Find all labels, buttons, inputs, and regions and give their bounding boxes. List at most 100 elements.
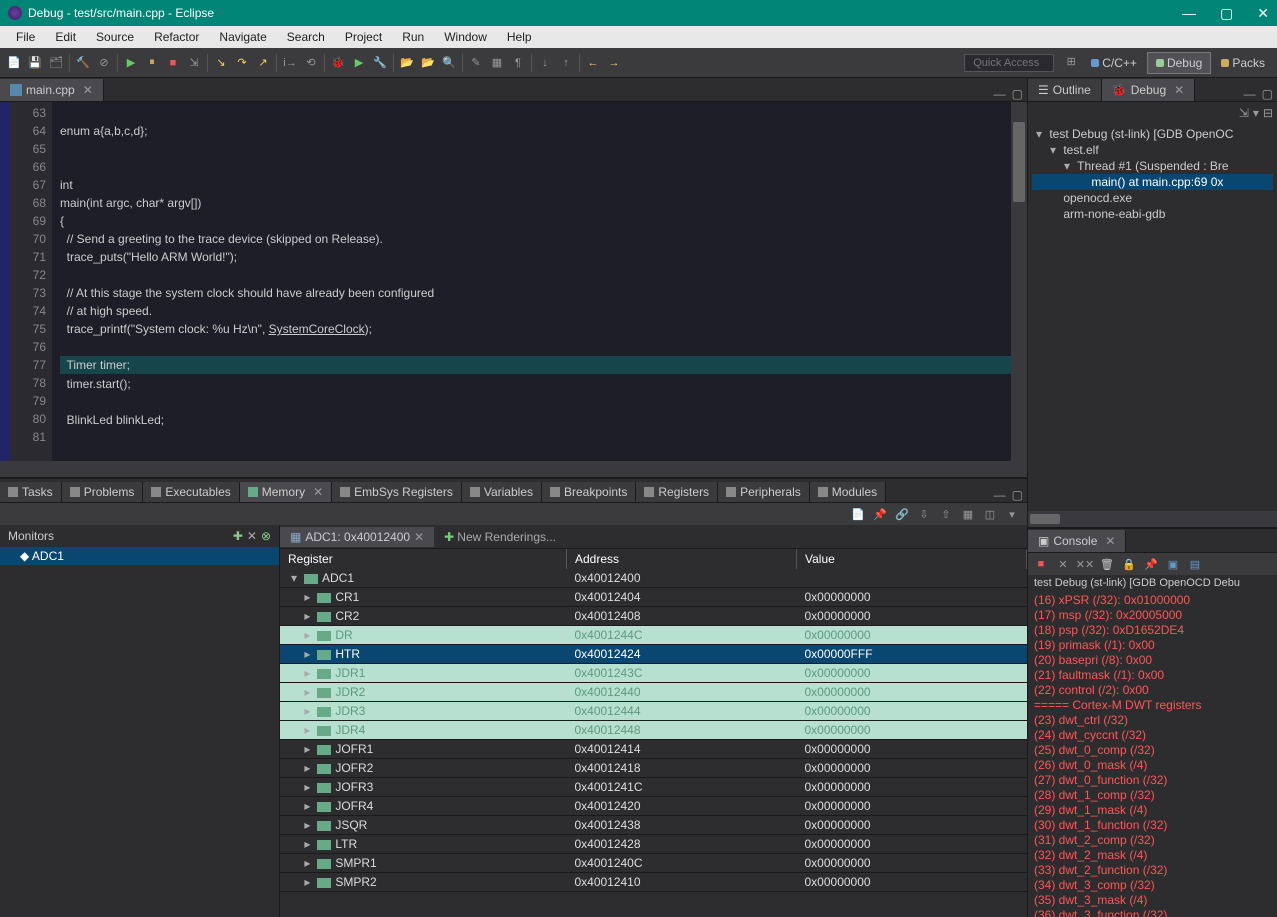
expand-icon[interactable]: ▸ — [301, 837, 313, 851]
export-icon[interactable]: ⇧ — [937, 505, 955, 523]
tab-variables[interactable]: Variables — [462, 482, 542, 502]
register-row[interactable]: ▸JOFR10x400124140x00000000 — [280, 740, 1027, 759]
new-icon[interactable]: 📄 — [4, 53, 24, 73]
expand-icon[interactable]: ▸ — [301, 628, 313, 642]
tab-registers[interactable]: Registers — [636, 482, 718, 502]
open-perspective-icon[interactable]: ⊞ — [1061, 52, 1081, 72]
terminate-icon[interactable]: ■ — [163, 53, 183, 73]
tab-peripherals[interactable]: Peripherals — [718, 482, 810, 502]
code-content[interactable]: enum a{a,b,c,d};intmain(int argc, char* … — [52, 102, 1027, 461]
save-all-icon[interactable]: 🗂 — [46, 53, 66, 73]
expand-icon[interactable]: ▸ — [301, 609, 313, 623]
register-row[interactable]: ▸DR0x4001244C0x00000000 — [280, 626, 1027, 645]
expand-icon[interactable]: ▸ — [301, 723, 313, 737]
debug-node[interactable]: main() at main.cpp:69 0x — [1032, 174, 1273, 190]
next-annotation-icon[interactable]: ↓ — [535, 53, 555, 73]
editor-tab-main[interactable]: main.cpp ✕ — [0, 79, 104, 101]
close-button[interactable]: ✕ — [1257, 5, 1269, 22]
import-icon[interactable]: ⇩ — [915, 505, 933, 523]
new-renderings-tab[interactable]: ✚ New Renderings... — [434, 527, 566, 547]
open-console-icon[interactable]: ▤ — [1186, 555, 1204, 573]
expand-icon[interactable]: ▸ — [301, 704, 313, 718]
close-tab-icon[interactable]: ✕ — [83, 83, 93, 97]
register-row[interactable]: ▸SMPR10x4001240C0x00000000 — [280, 854, 1027, 873]
register-row[interactable]: ▸JDR40x400124480x00000000 — [280, 721, 1027, 740]
column-header[interactable]: Address — [566, 549, 796, 569]
expand-icon[interactable]: ▸ — [301, 761, 313, 775]
external-tools-icon[interactable]: 🔧 — [370, 53, 390, 73]
expand-icon[interactable]: ▾ — [288, 571, 300, 585]
collapse-all-icon[interactable]: ⊟ — [1263, 106, 1273, 120]
display-selected-icon[interactable]: ▣ — [1164, 555, 1182, 573]
minimize-button[interactable]: — — [1182, 5, 1196, 22]
register-row[interactable]: ▸JOFR40x400124200x00000000 — [280, 797, 1027, 816]
debug-node[interactable]: ▾ test Debug (st-link) [GDB OpenOC — [1032, 126, 1273, 142]
tab-executables[interactable]: Executables — [143, 482, 239, 502]
menu-refactor[interactable]: Refactor — [144, 28, 209, 46]
debug-drop-icon[interactable]: ⇲ — [1239, 106, 1249, 120]
close-icon[interactable]: ✕ — [313, 485, 323, 499]
expand-icon[interactable]: ▾ — [1036, 127, 1046, 141]
expand-icon[interactable]: ▸ — [301, 742, 313, 756]
menu-navigate[interactable]: Navigate — [209, 28, 276, 46]
expand-icon[interactable]: ▸ — [301, 780, 313, 794]
tab-debug[interactable]: 🐞Debug✕ — [1102, 79, 1195, 101]
skip-breakpoints-icon[interactable]: ⊘ — [94, 53, 114, 73]
step-over-icon[interactable]: ↷ — [232, 53, 252, 73]
menu-edit[interactable]: Edit — [45, 28, 86, 46]
maximize-icon[interactable]: ▢ — [1262, 87, 1273, 101]
minimize-icon[interactable]: — — [1244, 87, 1256, 101]
expand-icon[interactable]: ▾ — [1064, 159, 1074, 173]
expand-icon[interactable]: ▸ — [301, 856, 313, 870]
tab-problems[interactable]: Problems — [62, 482, 144, 502]
close-icon[interactable]: ✕ — [1174, 83, 1184, 97]
menu-run[interactable]: Run — [392, 28, 434, 46]
toggle-split-icon[interactable]: ◫ — [981, 505, 999, 523]
link-icon[interactable]: 🔗 — [893, 505, 911, 523]
save-icon[interactable]: 💾 — [25, 53, 45, 73]
register-row[interactable]: ▸CR20x400124080x00000000 — [280, 607, 1027, 626]
clear-console-icon[interactable]: 🗑 — [1098, 555, 1116, 573]
tab-modules[interactable]: Modules — [810, 482, 886, 502]
debug-node[interactable]: openocd.exe — [1032, 190, 1273, 206]
register-row[interactable]: ▾ADC10x40012400 — [280, 569, 1027, 588]
remove-all-icon[interactable]: ✕✕ — [1076, 555, 1094, 573]
open-task-icon[interactable]: 📂 — [418, 53, 438, 73]
register-row[interactable]: ▸JOFR30x4001241C0x00000000 — [280, 778, 1027, 797]
maximize-view-icon[interactable]: ▢ — [1012, 87, 1023, 101]
suspend-icon[interactable]: ⏸ — [142, 53, 162, 73]
quick-access-input[interactable] — [964, 54, 1054, 72]
monitor-item[interactable]: ◆ ADC1 — [0, 547, 279, 565]
terminate-icon[interactable]: ■ — [1032, 555, 1050, 573]
expand-icon[interactable]: ▸ — [301, 647, 313, 661]
code-editor[interactable]: 63646566676869707172737475767778798081 e… — [0, 102, 1027, 461]
scroll-lock-icon[interactable]: 🔒 — [1120, 555, 1138, 573]
build-icon[interactable]: 🔨 — [73, 53, 93, 73]
menu-help[interactable]: Help — [497, 28, 542, 46]
layout-icon[interactable]: ▦ — [959, 505, 977, 523]
register-row[interactable]: ▸CR10x400124040x00000000 — [280, 588, 1027, 607]
run-icon[interactable]: ▶ — [349, 53, 369, 73]
expand-icon[interactable]: ▸ — [301, 666, 313, 680]
debug-tree[interactable]: ▾ test Debug (st-link) [GDB OpenOC▾ test… — [1028, 124, 1277, 224]
menu-file[interactable]: File — [6, 28, 45, 46]
toggle-ws-icon[interactable]: ¶ — [508, 53, 528, 73]
register-row[interactable]: ▸JOFR20x400124180x00000000 — [280, 759, 1027, 778]
column-header[interactable]: Value — [797, 549, 1027, 569]
minimize-view-icon[interactable]: — — [994, 87, 1006, 101]
perspective-packs[interactable]: Packs — [1213, 52, 1273, 74]
tab-breakpoints[interactable]: Breakpoints — [542, 482, 636, 502]
register-row[interactable]: ▸SMPR20x400124100x00000000 — [280, 873, 1027, 892]
tab-tasks[interactable]: Tasks — [0, 482, 62, 502]
pin-console-icon[interactable]: 📌 — [1142, 555, 1160, 573]
register-row[interactable]: ▸JDR20x400124400x00000000 — [280, 683, 1027, 702]
minimize-icon[interactable]: — — [994, 488, 1006, 502]
tab-outline[interactable]: ☰Outline — [1028, 79, 1102, 101]
menu-icon[interactable]: ▾ — [1003, 505, 1021, 523]
expand-icon[interactable]: ▾ — [1050, 143, 1060, 157]
vertical-scrollbar[interactable] — [1011, 102, 1027, 461]
toggle-mark-icon[interactable]: ✎ — [466, 53, 486, 73]
pin-icon[interactable]: 📌 — [871, 505, 889, 523]
menu-project[interactable]: Project — [335, 28, 392, 46]
maximize-icon[interactable]: ▢ — [1012, 488, 1023, 502]
